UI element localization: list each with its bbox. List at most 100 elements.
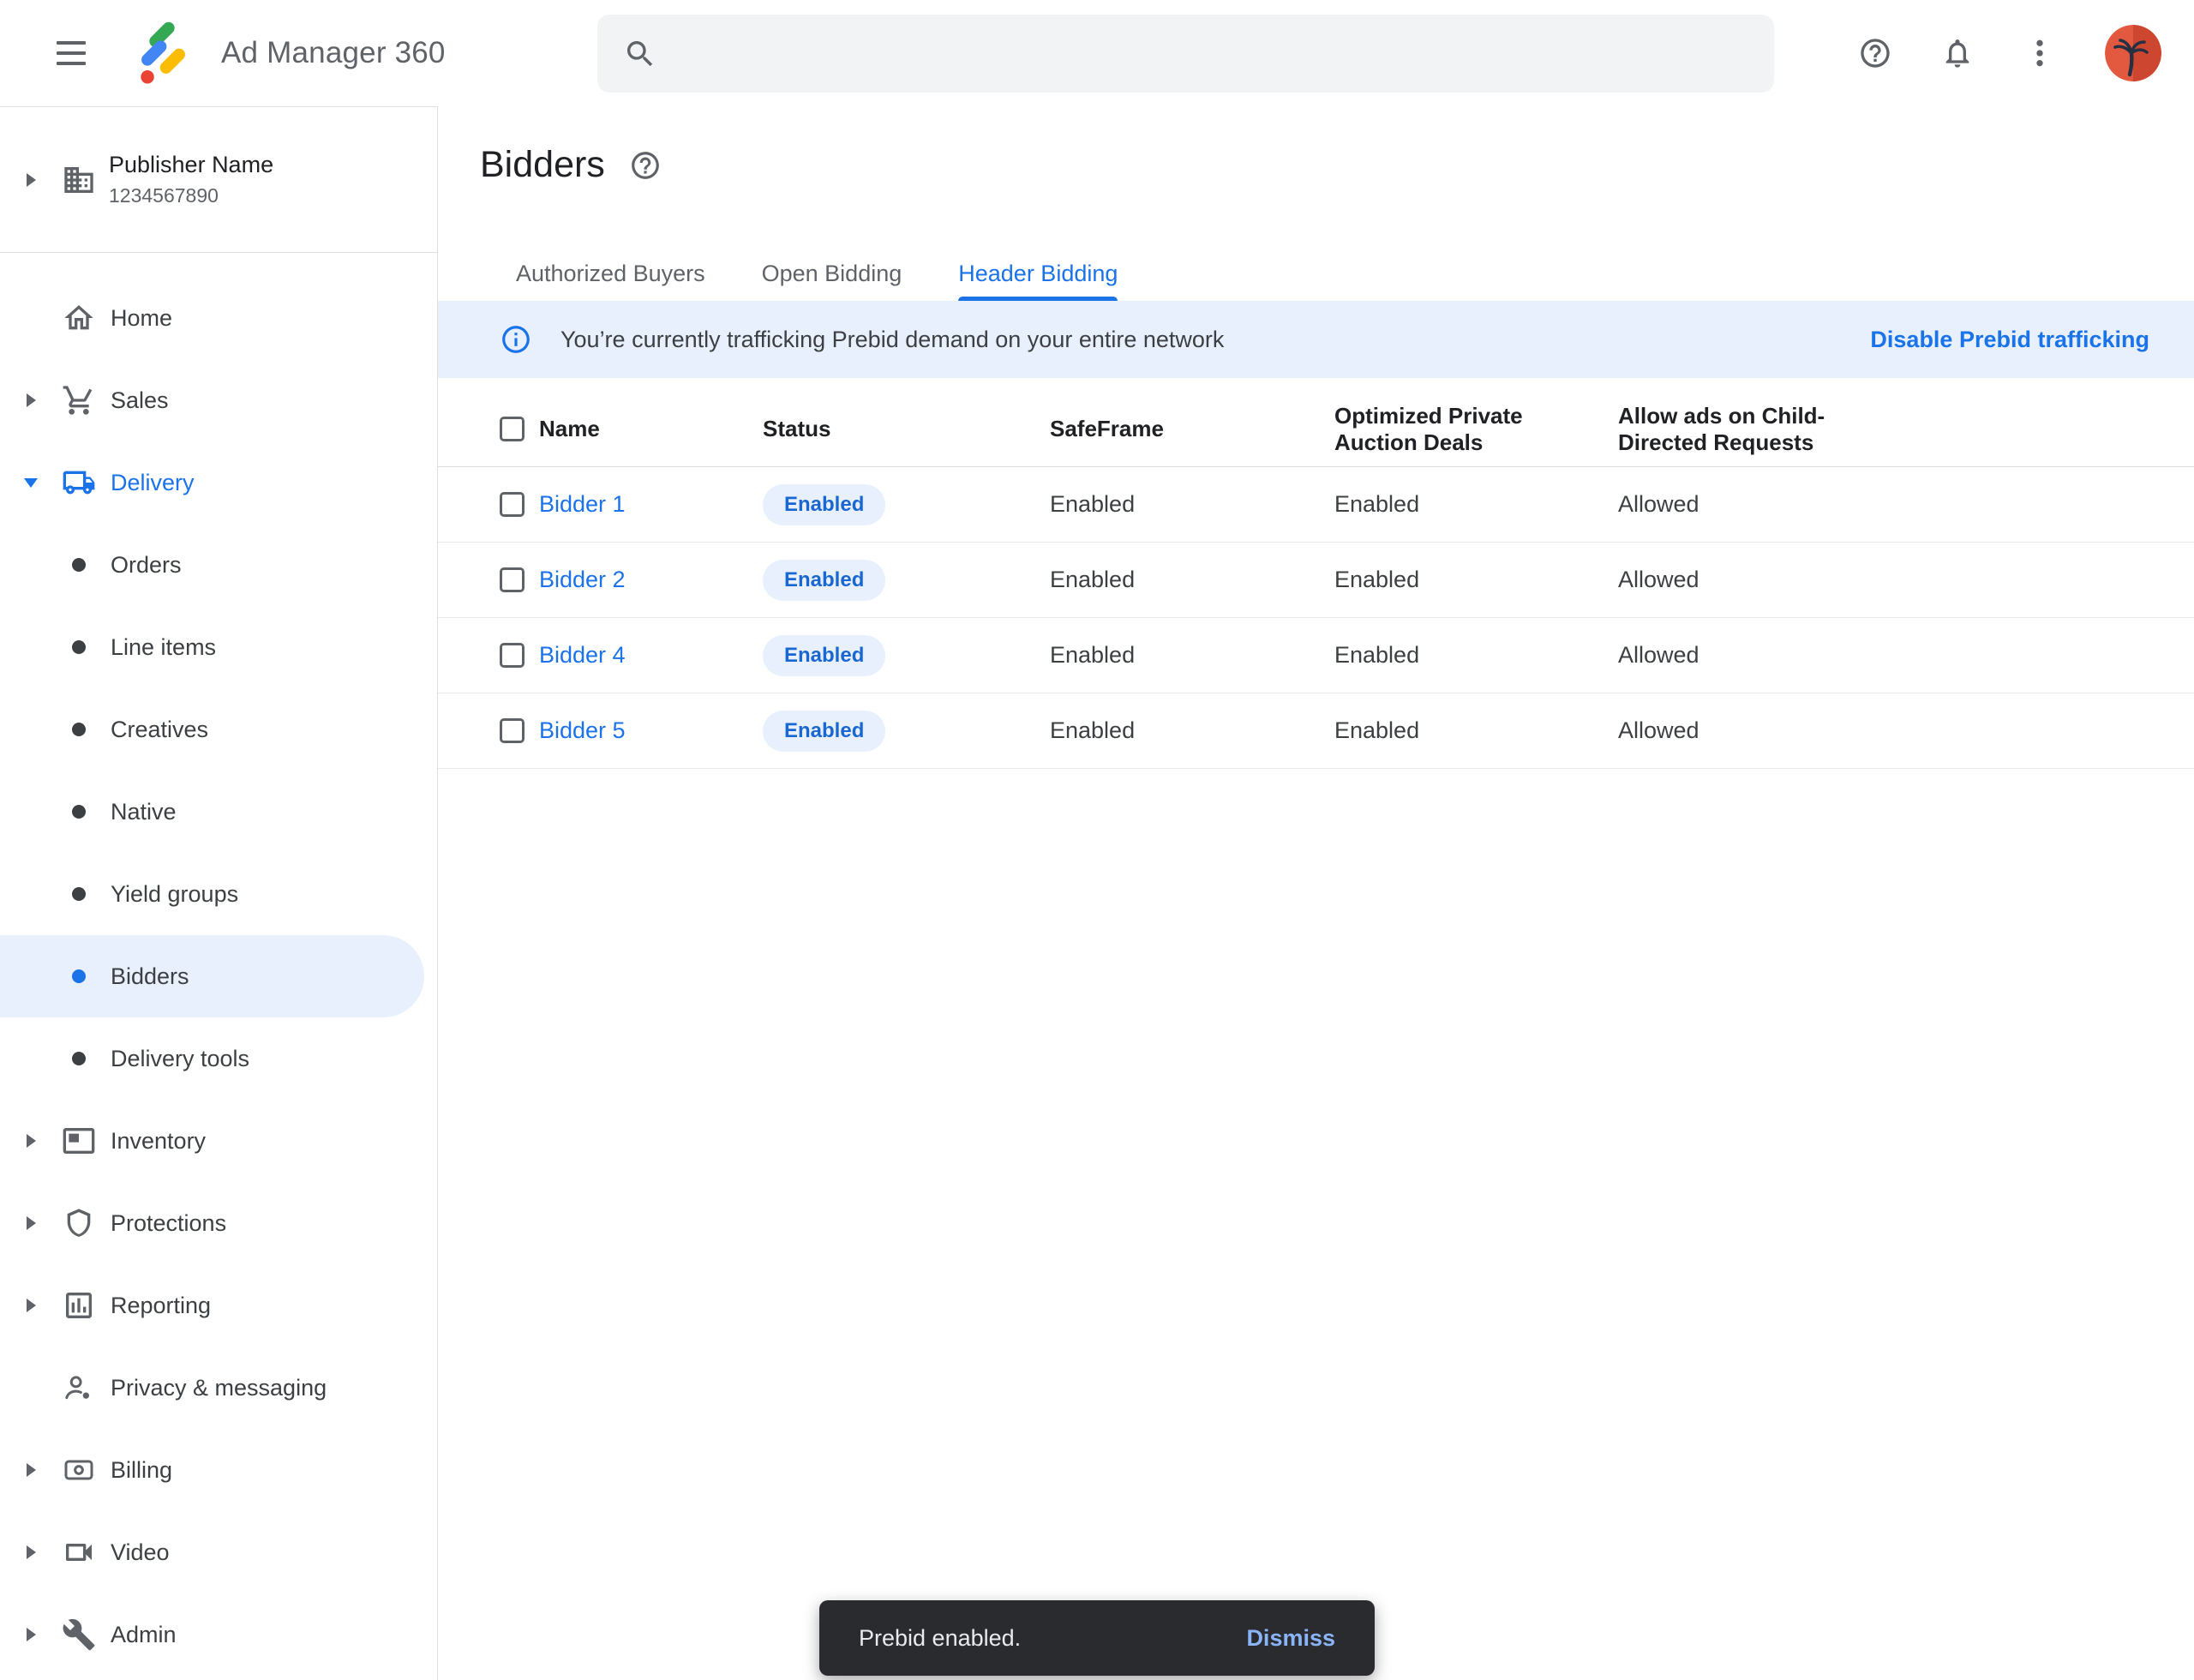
sidebar-item-label: Delivery	[111, 470, 195, 496]
sidebar-item-sales[interactable]: Sales	[0, 359, 437, 441]
more-vert-icon[interactable]	[2023, 36, 2057, 70]
sidebar-item-billing[interactable]: Billing	[0, 1429, 437, 1511]
sidebar-item-reporting[interactable]: Reporting	[0, 1264, 437, 1347]
sidebar-item-orders[interactable]: Orders	[0, 524, 437, 606]
sidebar-item-home[interactable]: Home	[0, 277, 437, 359]
column-header-name: Name	[539, 416, 763, 442]
table-row: Bidder 5 Enabled Enabled Enabled Allowed	[438, 693, 2194, 769]
tab-header-bidding[interactable]: Header Bidding	[958, 246, 1118, 301]
private-auction-cell: Enabled	[1334, 642, 1618, 669]
toast-dismiss-button[interactable]: Dismiss	[1246, 1625, 1335, 1652]
search-icon	[623, 37, 657, 71]
billing-icon	[62, 1453, 96, 1487]
select-all-checkbox[interactable]	[500, 417, 525, 441]
publisher-name: Publisher Name	[109, 152, 273, 178]
sidebar-item-inventory[interactable]: Inventory	[0, 1100, 437, 1182]
avatar[interactable]	[2105, 25, 2161, 81]
sidebar-item-label: Reporting	[111, 1293, 211, 1319]
bullet-icon	[72, 887, 86, 901]
sidebar-item-native[interactable]: Native	[0, 771, 437, 853]
search-input[interactable]	[676, 40, 1748, 68]
chevron-right-icon	[27, 1134, 36, 1148]
chevron-right-icon	[27, 1463, 36, 1477]
sidebar-item-delivery-tools[interactable]: Delivery tools	[0, 1017, 437, 1100]
bidders-table: Name Status SafeFrame Optimized Private …	[438, 392, 2194, 769]
help-icon[interactable]	[1858, 36, 1892, 70]
sidebar-nav: Home Sales Delivery Orders	[0, 253, 437, 1676]
sidebar-item-video[interactable]: Video	[0, 1511, 437, 1593]
bullet-icon	[72, 640, 86, 654]
chevron-right-icon	[27, 1545, 36, 1559]
chevron-right-icon	[27, 173, 36, 187]
column-header-child-directed: Allow ads on Child-Directed Requests	[1618, 403, 1848, 456]
table-row: Bidder 2 Enabled Enabled Enabled Allowed	[438, 543, 2194, 618]
chevron-down-icon	[24, 478, 38, 488]
status-badge[interactable]: Enabled	[763, 484, 885, 525]
home-icon	[62, 301, 96, 335]
sidebar-item-admin[interactable]: Admin	[0, 1593, 437, 1676]
row-checkbox[interactable]	[500, 492, 525, 517]
sidebar-item-bidders[interactable]: Bidders	[0, 935, 424, 1017]
sidebar-item-privacy-messaging[interactable]: Privacy & messaging	[0, 1347, 437, 1429]
bullet-icon	[72, 1052, 86, 1065]
question-icon[interactable]	[629, 149, 662, 182]
safeframe-cell: Enabled	[1050, 642, 1334, 669]
sidebar-item-label: Privacy & messaging	[111, 1375, 327, 1401]
chevron-right-icon	[27, 1299, 36, 1312]
status-badge[interactable]: Enabled	[763, 635, 885, 676]
app-title: Ad Manager 360	[221, 36, 446, 70]
sidebar-item-yield-groups[interactable]: Yield groups	[0, 853, 437, 935]
safeframe-cell: Enabled	[1050, 567, 1334, 593]
sidebar-item-label: Video	[111, 1539, 170, 1566]
cart-icon	[62, 383, 96, 417]
bullet-icon	[72, 558, 86, 572]
sidebar-item-label: Inventory	[111, 1128, 206, 1155]
bidder-link[interactable]: Bidder 1	[539, 491, 763, 518]
inventory-icon	[62, 1124, 96, 1158]
sidebar-item-label: Yield groups	[111, 881, 238, 908]
sidebar-item-line-items[interactable]: Line items	[0, 606, 437, 688]
admin-icon	[62, 1617, 96, 1652]
bidder-link[interactable]: Bidder 5	[539, 717, 763, 744]
tab-authorized-buyers[interactable]: Authorized Buyers	[516, 246, 705, 301]
sidebar-item-delivery[interactable]: Delivery	[0, 441, 437, 524]
table-row: Bidder 1 Enabled Enabled Enabled Allowed	[438, 467, 2194, 543]
publisher-selector[interactable]: Publisher Name 1234567890	[0, 107, 437, 253]
sidebar-item-protections[interactable]: Protections	[0, 1182, 437, 1264]
sidebar-item-creatives[interactable]: Creatives	[0, 688, 437, 771]
search-bar[interactable]	[597, 15, 1774, 93]
publisher-id: 1234567890	[109, 184, 273, 207]
tab-open-bidding[interactable]: Open Bidding	[762, 246, 902, 301]
sidebar-item-label: Creatives	[111, 717, 208, 743]
child-directed-cell: Allowed	[1618, 567, 2194, 593]
sidebar-item-label: Orders	[111, 552, 182, 579]
child-directed-cell: Allowed	[1618, 491, 2194, 518]
safeframe-cell: Enabled	[1050, 717, 1334, 744]
row-checkbox[interactable]	[500, 567, 525, 592]
row-checkbox[interactable]	[500, 643, 525, 668]
privacy-icon	[62, 1371, 96, 1405]
sidebar-item-label: Native	[111, 799, 177, 825]
sidebar-item-label: Home	[111, 305, 172, 332]
notifications-icon[interactable]	[1940, 36, 1975, 70]
status-badge[interactable]: Enabled	[763, 711, 885, 752]
status-badge[interactable]: Enabled	[763, 560, 885, 601]
child-directed-cell: Allowed	[1618, 717, 2194, 744]
sidebar-item-label: Sales	[111, 387, 169, 414]
topbar-actions	[1858, 0, 2161, 106]
disable-prebid-link[interactable]: Disable Prebid trafficking	[1870, 327, 2149, 353]
truck-icon	[62, 465, 96, 500]
menu-icon[interactable]	[57, 34, 94, 72]
row-checkbox[interactable]	[500, 718, 525, 743]
snackbar: Prebid enabled. Dismiss	[819, 1600, 1375, 1676]
bidder-link[interactable]: Bidder 4	[539, 642, 763, 669]
private-auction-cell: Enabled	[1334, 491, 1618, 518]
sidebar-item-label: Admin	[111, 1622, 177, 1648]
page-title: Bidders	[480, 144, 605, 186]
sidebar-item-label: Billing	[111, 1457, 172, 1484]
bullet-icon	[72, 969, 86, 983]
banner-message: You’re currently trafficking Prebid dema…	[560, 327, 1224, 353]
column-header-private-auction: Optimized Private Auction Deals	[1334, 403, 1556, 456]
bidder-link[interactable]: Bidder 2	[539, 567, 763, 593]
info-icon	[500, 323, 532, 356]
